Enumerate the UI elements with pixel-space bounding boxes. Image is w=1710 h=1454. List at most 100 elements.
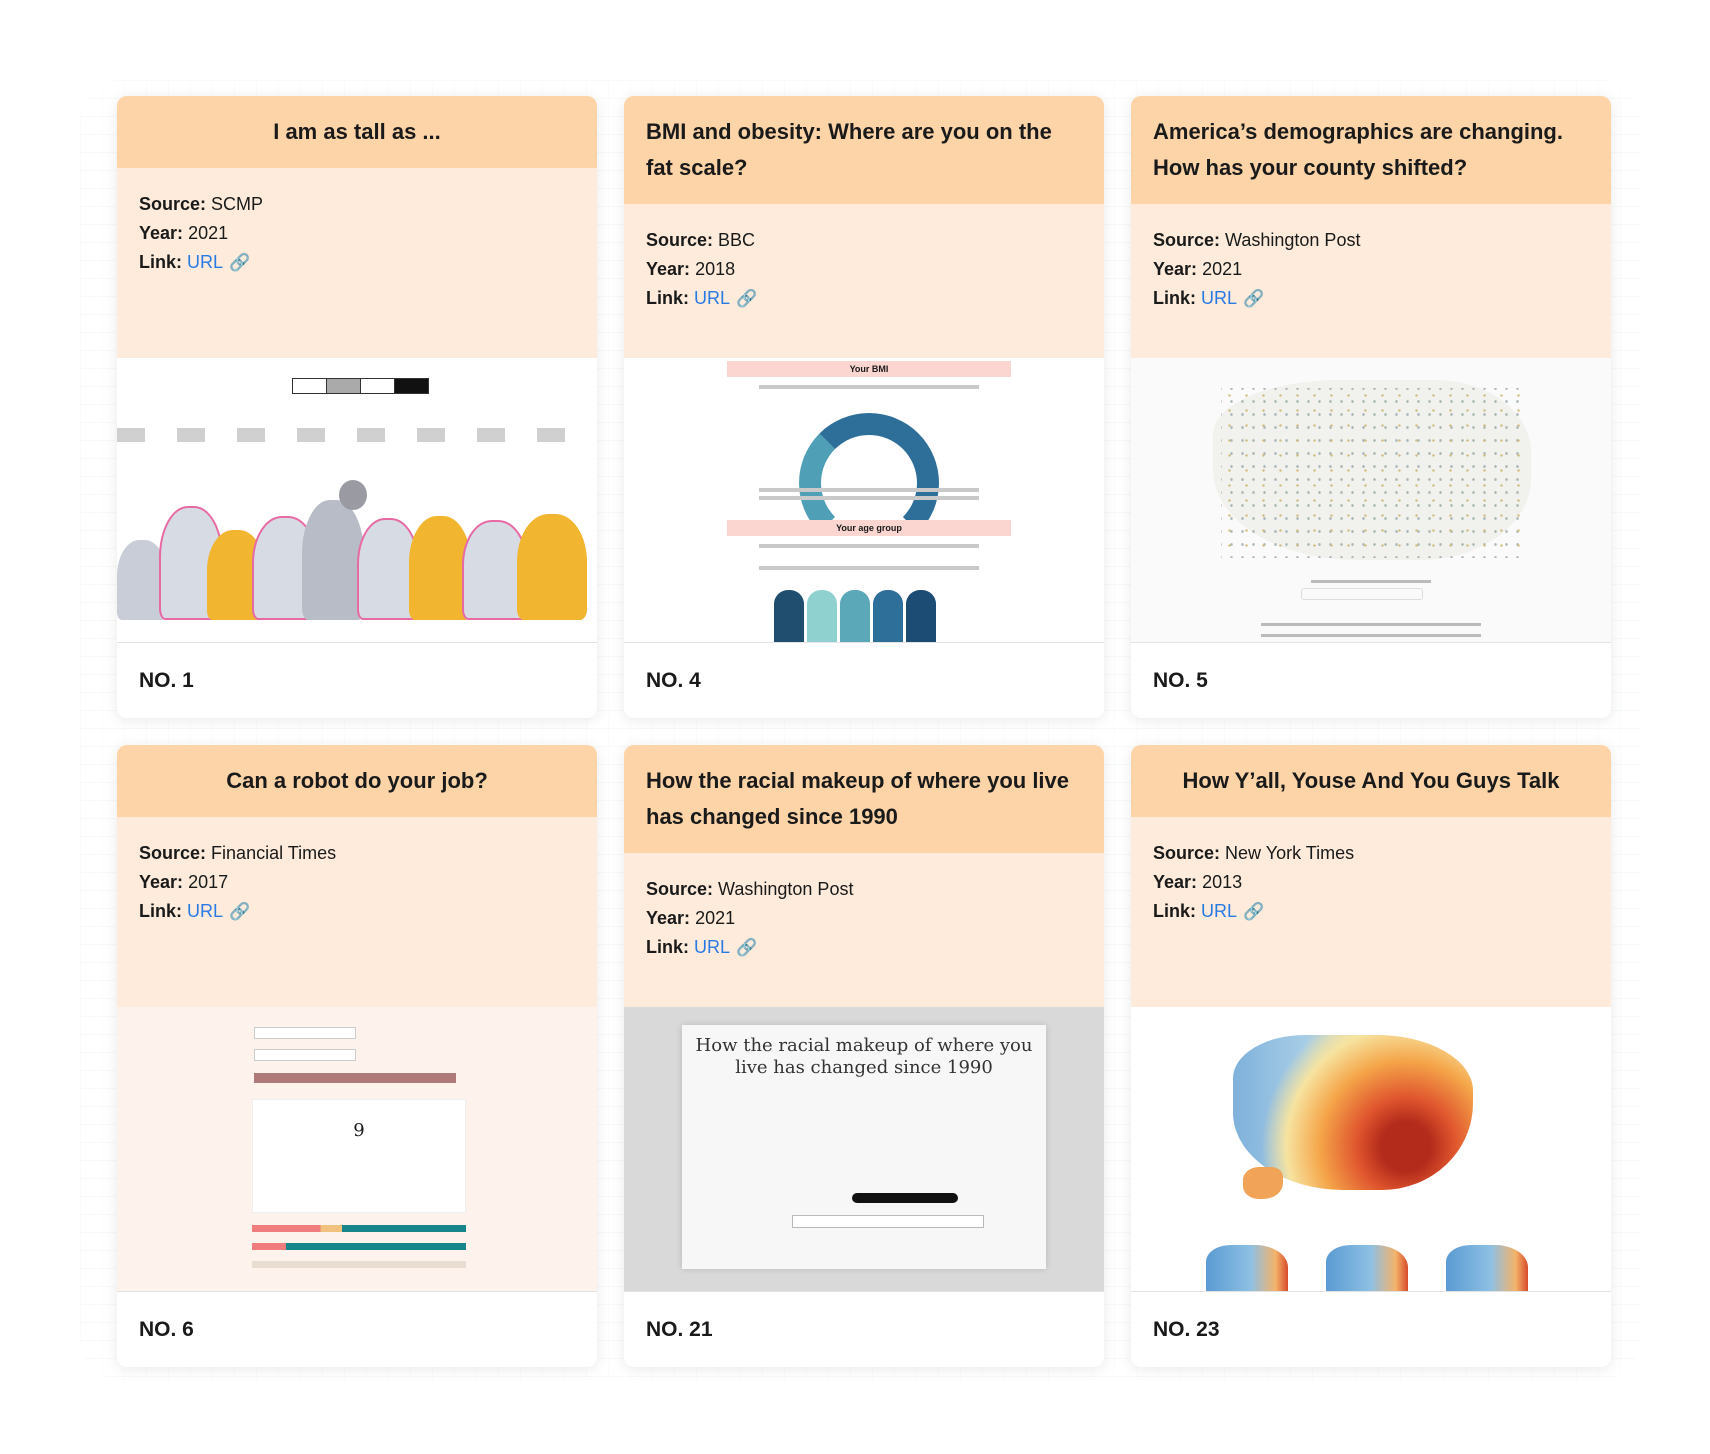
card-meta: Source: SCMP Year: 2021 Link: URL 🔗	[117, 168, 597, 358]
thumb-dropdown	[254, 1049, 356, 1061]
url-link[interactable]: URL	[1201, 901, 1237, 921]
year-label: Year:	[1153, 872, 1198, 892]
card-number: NO. 21	[646, 1317, 713, 1341]
gallery-card[interactable]: How Y’all, Youse And You Guys Talk Sourc…	[1131, 745, 1611, 1367]
thumb-head	[339, 480, 367, 510]
year-value: 2013	[1202, 872, 1243, 892]
card-thumbnail[interactable]: 9	[117, 1007, 597, 1292]
link-icon: 🔗	[229, 253, 251, 272]
thumb-figure	[302, 500, 364, 620]
gallery-card[interactable]: BMI and obesity: Where are you on the fa…	[624, 96, 1104, 718]
source-label: Source:	[139, 843, 207, 863]
gallery-card[interactable]: Can a robot do your job? Source: Financi…	[117, 745, 597, 1367]
thumb-figure	[906, 590, 936, 642]
gallery-grid: I am as tall as ... Source: SCMP Year: 2…	[117, 96, 1611, 1367]
year-label: Year:	[646, 908, 691, 928]
gallery-card[interactable]: How the racial makeup of where you live …	[624, 745, 1104, 1367]
card-thumbnail[interactable]	[1131, 358, 1611, 643]
link-label: Link:	[646, 288, 689, 308]
thumb-figure	[807, 590, 837, 642]
thumb-text-line	[1261, 634, 1481, 637]
source-label: Source:	[1153, 843, 1221, 863]
thumb-tag-row	[254, 1073, 456, 1083]
url-link[interactable]: URL	[694, 937, 730, 957]
year-value: 2021	[188, 223, 229, 243]
year-label: Year:	[1153, 259, 1198, 279]
thumb-figure	[774, 590, 804, 642]
source-value: Washington Post	[1225, 230, 1361, 250]
racial-thumb-title: How the racial makeup of where you live …	[695, 1035, 1033, 1078]
mini-map	[1206, 1245, 1288, 1291]
age-group-header: Your age group	[727, 520, 1011, 536]
thumb-stacked-bar	[252, 1243, 466, 1250]
county-dots	[1221, 388, 1521, 558]
card-meta: Source: Washington Post Year: 2021 Link:…	[1131, 204, 1611, 358]
card-meta: Source: BBC Year: 2018 Link: URL 🔗	[624, 204, 1104, 358]
card-title: I am as tall as ...	[117, 96, 597, 168]
url-link[interactable]: URL	[187, 252, 223, 272]
source-value: Financial Times	[211, 843, 337, 863]
year-label: Year:	[646, 259, 691, 279]
thumb-stacked-bar	[252, 1261, 466, 1268]
source-value: SCMP	[211, 194, 264, 214]
source-value: New York Times	[1225, 843, 1355, 863]
card-meta: Source: Financial Times Year: 2017 Link:…	[117, 817, 597, 1007]
card-meta: Source: New York Times Year: 2013 Link: …	[1131, 817, 1611, 1007]
link-label: Link:	[1153, 288, 1196, 308]
year-value: 2021	[1202, 259, 1243, 279]
thumb-result-box: 9	[252, 1099, 466, 1213]
link-icon: 🔗	[1243, 902, 1265, 921]
url-link[interactable]: URL	[187, 901, 223, 921]
card-title: How the racial makeup of where you live …	[624, 745, 1104, 853]
mini-map	[1326, 1245, 1408, 1291]
thumb-address-input	[792, 1215, 984, 1228]
thumb-control-bar	[292, 378, 429, 394]
card-number: NO. 23	[1153, 1317, 1220, 1341]
url-link[interactable]: URL	[694, 288, 730, 308]
thumb-text-line	[759, 385, 979, 389]
thumb-text-line	[759, 488, 979, 492]
card-thumbnail[interactable]	[1131, 1007, 1611, 1292]
card-title: How Y’all, Youse And You Guys Talk	[1131, 745, 1611, 817]
link-label: Link:	[1153, 901, 1196, 921]
thumb-name-row	[117, 428, 597, 442]
year-label: Year:	[139, 223, 184, 243]
url-link[interactable]: URL	[1201, 288, 1237, 308]
link-label: Link:	[139, 901, 182, 921]
card-thumbnail[interactable]: How the racial makeup of where you live …	[624, 1007, 1104, 1292]
card-meta: Source: Washington Post Year: 2021 Link:…	[624, 853, 1104, 1007]
robot-number: 9	[353, 1120, 365, 1141]
thumb-stacked-bar	[252, 1225, 466, 1232]
link-icon: 🔗	[1243, 289, 1265, 308]
thumb-figure	[873, 590, 903, 642]
source-value: Washington Post	[718, 879, 854, 899]
link-icon: 🔗	[229, 902, 251, 921]
source-value: BBC	[718, 230, 756, 250]
thumb-panel: How the racial makeup of where you live …	[682, 1025, 1046, 1269]
year-value: 2017	[188, 872, 229, 892]
card-title: America’s demographics are changing. How…	[1131, 96, 1611, 204]
gallery-card[interactable]: I am as tall as ... Source: SCMP Year: 2…	[117, 96, 597, 718]
source-label: Source:	[646, 230, 714, 250]
source-label: Source:	[139, 194, 207, 214]
card-thumbnail[interactable]	[117, 358, 597, 643]
mini-map	[1446, 1245, 1528, 1291]
link-icon: 🔗	[736, 938, 758, 957]
year-value: 2021	[695, 908, 736, 928]
alaska-shape	[1243, 1167, 1283, 1199]
link-label: Link:	[139, 252, 182, 272]
thumb-text-line	[1311, 580, 1431, 583]
card-thumbnail[interactable]: Your BMI Your age group	[624, 358, 1104, 643]
thumb-text-line	[759, 544, 979, 548]
card-title: BMI and obesity: Where are you on the fa…	[624, 96, 1104, 204]
thumb-text-line	[759, 566, 979, 570]
card-number: NO. 1	[139, 668, 194, 692]
thumb-dropdown	[254, 1027, 356, 1039]
county-search-box	[1301, 588, 1423, 600]
source-label: Source:	[1153, 230, 1221, 250]
thumb-figure	[840, 590, 870, 642]
thumb-text-line	[759, 496, 979, 500]
gallery-card[interactable]: America’s demographics are changing. How…	[1131, 96, 1611, 718]
card-title: Can a robot do your job?	[117, 745, 597, 817]
card-number: NO. 4	[646, 668, 701, 692]
